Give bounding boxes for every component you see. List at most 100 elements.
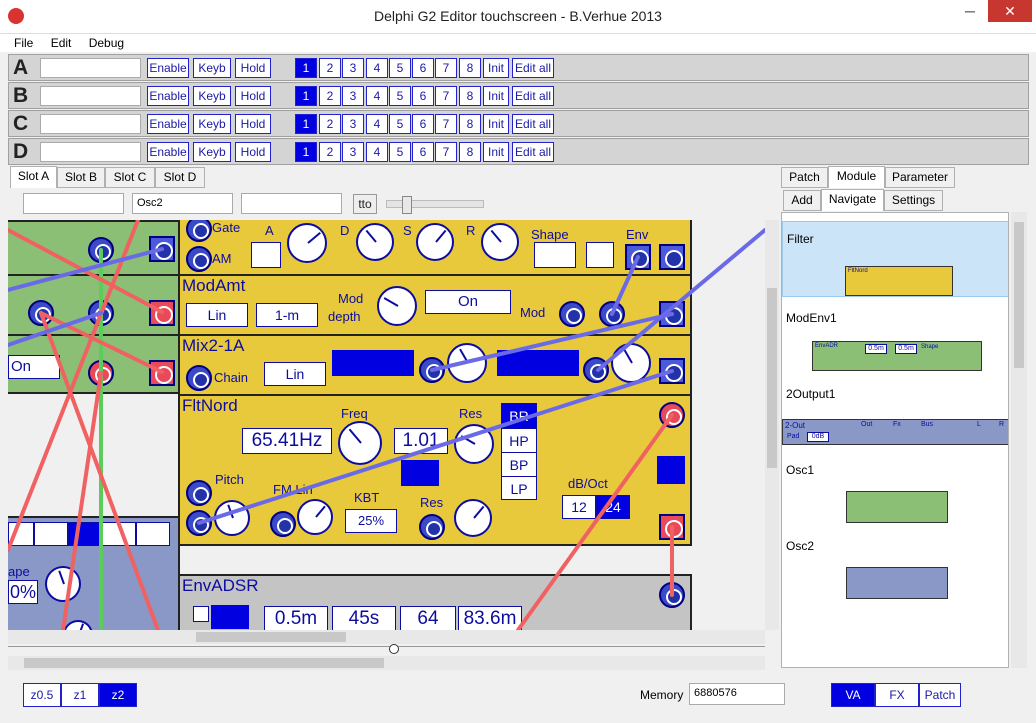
canvas-hscroll-2[interactable] [8,656,765,670]
edit-all-button[interactable]: Edit all [512,58,554,78]
variation-4-button[interactable]: 4 [366,114,388,134]
variation-6-button[interactable]: 6 [412,114,434,134]
toolbar-field-3[interactable] [241,193,342,214]
canvas-hscroll[interactable] [8,630,765,644]
tab-slot-a[interactable]: Slot A [10,166,57,188]
toolbar-field-1[interactable] [23,193,124,214]
variation-1-button[interactable]: 1 [295,86,317,106]
fx-button[interactable]: FX [875,683,919,707]
tto-button[interactable]: tto [353,194,377,214]
variation-3-button[interactable]: 3 [342,58,364,78]
variation-3-button[interactable]: 3 [342,86,364,106]
slot-patch-name-field[interactable] [40,86,141,106]
module-name-field[interactable]: Osc2 [132,193,233,214]
variation-5-button[interactable]: 5 [389,58,411,78]
close-button[interactable]: ✕ [988,0,1032,22]
va-button[interactable]: VA [831,683,875,707]
keyb-button[interactable]: Keyb [193,58,231,78]
variation-1-button[interactable]: 1 [295,58,317,78]
list-item-filter[interactable]: Filter FltNord [782,221,1008,297]
init-button[interactable]: Init [483,114,509,134]
module-list-vscroll[interactable] [1011,212,1027,668]
zoom-slider-track[interactable] [8,646,765,652]
edit-all-button[interactable]: Edit all [512,86,554,106]
variation-4-button[interactable]: 4 [366,58,388,78]
variation-7-button[interactable]: 7 [435,86,457,106]
canvas-vscroll-thumb[interactable] [767,288,777,468]
variation-6-button[interactable]: 6 [412,142,434,162]
tab-settings[interactable]: Settings [884,190,943,211]
variation-1-button[interactable]: 1 [295,114,317,134]
init-button[interactable]: Init [483,58,509,78]
hold-button[interactable]: Hold [235,86,271,106]
canvas-hscroll-thumb[interactable] [196,632,346,642]
variation-2-button[interactable]: 2 [319,58,341,78]
zoom-1-button[interactable]: z1 [61,683,99,707]
list-item-modenv1[interactable]: ModEnv1 EnvADR 0.5m 0.5m Shape [782,301,1008,377]
tab-patch[interactable]: Patch [781,167,828,188]
tab-module[interactable]: Module [828,166,885,188]
variation-2-button[interactable]: 2 [319,86,341,106]
tab-slot-d[interactable]: Slot D [155,167,205,188]
zoom-slider-thumb[interactable] [389,644,399,654]
variation-3-button[interactable]: 3 [342,142,364,162]
canvas-hscroll-2-thumb[interactable] [24,658,384,668]
init-button[interactable]: Init [483,142,509,162]
tab-parameter[interactable]: Parameter [885,167,955,188]
variation-6-button[interactable]: 6 [412,86,434,106]
hold-button[interactable]: Hold [235,142,271,162]
patch-cables[interactable] [8,220,765,630]
variation-7-button[interactable]: 7 [435,58,457,78]
variation-7-button[interactable]: 7 [435,114,457,134]
variation-1-button[interactable]: 1 [295,142,317,162]
variation-6-button[interactable]: 6 [412,58,434,78]
enable-button[interactable]: Enable [147,142,189,162]
zoom-0-5-button[interactable]: z0.5 [23,683,61,707]
toolbar-slider[interactable] [386,200,484,208]
tab-slot-b[interactable]: Slot B [57,167,105,188]
slot-patch-name-field[interactable] [40,58,141,78]
variation-8-button[interactable]: 8 [459,142,481,162]
slot-patch-name-field[interactable] [40,114,141,134]
enable-button[interactable]: Enable [147,86,189,106]
tab-slot-c[interactable]: Slot C [105,167,155,188]
minimize-button[interactable]: ─ [957,0,983,22]
slot-patch-name-field[interactable] [40,142,141,162]
keyb-button[interactable]: Keyb [193,142,231,162]
hold-button[interactable]: Hold [235,114,271,134]
module-list-vscroll-thumb[interactable] [1014,222,1024,368]
variation-2-button[interactable]: 2 [319,142,341,162]
tab-navigate[interactable]: Navigate [821,189,884,211]
edit-all-button[interactable]: Edit all [512,142,554,162]
enable-button[interactable]: Enable [147,58,189,78]
variation-3-button[interactable]: 3 [342,114,364,134]
enable-button[interactable]: Enable [147,114,189,134]
list-item-osc1[interactable]: Osc1 [782,453,1008,529]
keyb-button[interactable]: Keyb [193,114,231,134]
variation-8-button[interactable]: 8 [459,58,481,78]
variation-8-button[interactable]: 8 [459,114,481,134]
canvas-vscroll[interactable] [765,220,779,630]
menu-debug[interactable]: Debug [89,36,124,50]
list-item-osc2[interactable]: Osc2 [782,529,1008,605]
tab-add[interactable]: Add [783,190,821,211]
hold-button[interactable]: Hold [235,58,271,78]
variation-2-button[interactable]: 2 [319,114,341,134]
variation-4-button[interactable]: 4 [366,142,388,162]
variation-4-button[interactable]: 4 [366,86,388,106]
patch-canvas[interactable]: On ape 0% Gate AM A D S R Shape Env ModA… [8,220,765,630]
menu-edit[interactable]: Edit [51,36,72,50]
module-list[interactable]: Filter FltNord ModEnv1 EnvADR 0.5m 0.5m … [781,212,1009,668]
variation-5-button[interactable]: 5 [389,142,411,162]
keyb-button[interactable]: Keyb [193,86,231,106]
edit-all-button[interactable]: Edit all [512,114,554,134]
variation-5-button[interactable]: 5 [389,114,411,134]
init-button[interactable]: Init [483,86,509,106]
variation-7-button[interactable]: 7 [435,142,457,162]
variation-5-button[interactable]: 5 [389,86,411,106]
patch-button[interactable]: Patch [919,683,961,707]
toolbar-slider-thumb[interactable] [402,196,412,214]
zoom-2-button[interactable]: z2 [99,683,137,707]
variation-8-button[interactable]: 8 [459,86,481,106]
menu-file[interactable]: File [14,36,33,50]
